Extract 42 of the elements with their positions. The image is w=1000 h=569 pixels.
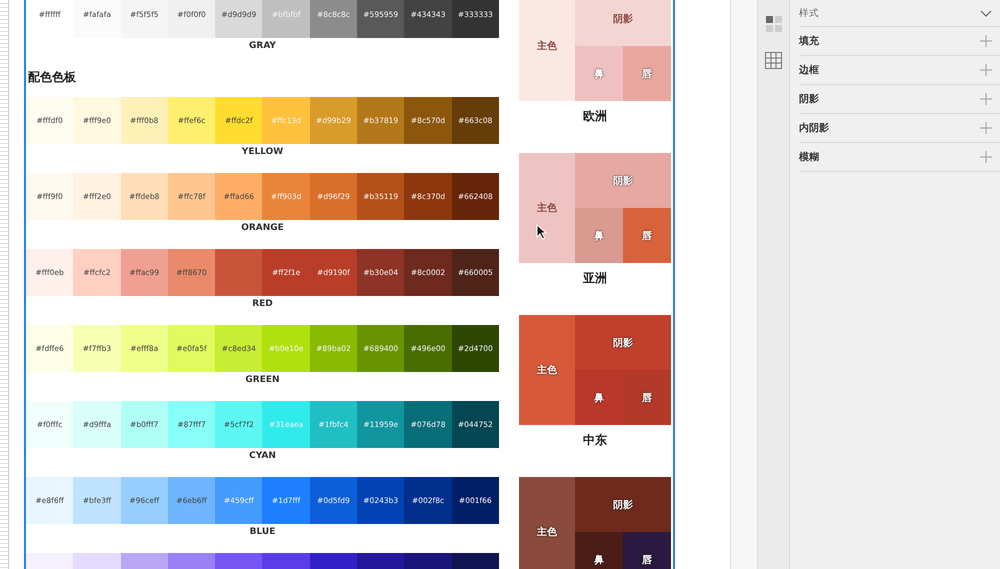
panel-header: 样式 — [799, 6, 819, 20]
color-block: 唇 — [623, 532, 671, 569]
palette-title: GREEN — [244, 374, 281, 387]
cursor-icon — [536, 224, 547, 240]
color-block: 主色 — [519, 153, 575, 263]
palette-title: GRAY — [248, 40, 277, 53]
section-heading: 配色色板 — [28, 69, 77, 86]
grid-icon[interactable] — [765, 52, 782, 69]
color-block: 唇 — [623, 208, 671, 263]
palette-title: RED — [251, 298, 274, 311]
color-block: 鼻 — [575, 46, 623, 101]
style-section-label: 边框 — [799, 64, 819, 77]
palette-title: CYAN — [248, 450, 277, 463]
color-block: 鼻 — [575, 208, 623, 263]
color-block: 唇 — [623, 370, 671, 425]
color-block: 鼻 — [575, 532, 623, 569]
style-section-label: 阴影 — [799, 92, 819, 106]
style-section-label: 内阴影 — [799, 122, 829, 135]
palette-title: YELLOW — [240, 146, 284, 159]
chevron-down-icon[interactable] — [980, 10, 992, 16]
color-block: 鼻 — [575, 370, 623, 425]
card-title: 中东 — [582, 432, 608, 449]
color-block: 阴影 — [575, 153, 671, 208]
color-block: 唇 — [623, 46, 671, 101]
style-section-label: 模糊 — [799, 150, 819, 164]
card-title: 欧洲 — [582, 108, 608, 125]
add-icon[interactable] — [980, 151, 992, 163]
style-section-label: 填充 — [799, 34, 819, 48]
palette-title: ORANGE — [240, 222, 285, 235]
color-block: 阴影 — [575, 315, 671, 370]
color-block: 主色 — [519, 315, 575, 425]
add-icon[interactable] — [980, 35, 992, 47]
add-icon[interactable] — [980, 64, 992, 76]
components-icon[interactable] — [766, 16, 782, 32]
card-title: 亚洲 — [582, 270, 608, 287]
color-block: 阴影 — [575, 477, 671, 532]
palette-title: BLUE — [248, 526, 276, 539]
add-icon[interactable] — [980, 122, 992, 134]
add-icon[interactable] — [980, 93, 992, 105]
color-block: 主色 — [519, 0, 575, 101]
color-block: 主色 — [519, 477, 575, 569]
color-block: 阴影 — [575, 0, 671, 46]
